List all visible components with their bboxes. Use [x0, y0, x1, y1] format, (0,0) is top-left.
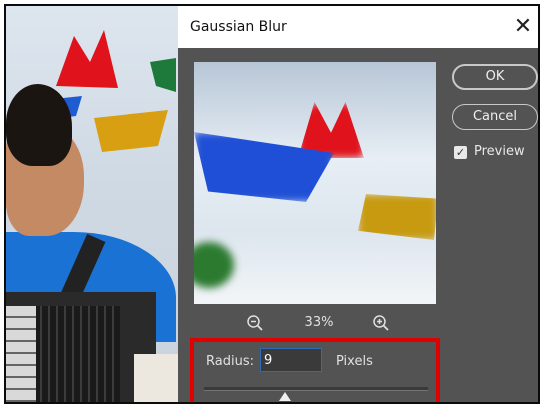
green-flag [150, 58, 176, 92]
preview-yellow-flag [358, 194, 436, 240]
blur-preview-canvas[interactable] [194, 62, 436, 304]
radius-units: Pixels [336, 354, 373, 369]
zoom-controls: 33% [194, 312, 436, 334]
radius-input[interactable] [260, 348, 322, 372]
gaussian-blur-dialog: Gaussian Blur ✕ 33% Radius: 9 Pixels OK … [178, 6, 538, 402]
accordion-buttons [134, 354, 178, 402]
dialog-titlebar[interactable]: Gaussian Blur ✕ [178, 6, 538, 48]
preview-checkbox[interactable]: ✓ [454, 146, 467, 159]
ok-button[interactable]: OK [452, 64, 538, 90]
screenshot-frame: Gaussian Blur ✕ 33% Radius: 9 Pixels OK … [4, 4, 540, 404]
zoom-out-icon[interactable] [244, 312, 266, 334]
background-photo [6, 6, 178, 402]
close-icon[interactable]: ✕ [508, 12, 538, 42]
preview-green-flag [194, 242, 234, 288]
radius-slider-thumb[interactable] [278, 392, 291, 401]
radius-slider-track[interactable] [204, 387, 428, 391]
zoom-level: 33% [304, 315, 334, 330]
cancel-button[interactable]: Cancel [452, 104, 538, 130]
radius-label: Radius: [206, 354, 254, 369]
person-hair [6, 84, 72, 166]
accordion-bellows [34, 306, 120, 402]
dialog-title: Gaussian Blur [190, 19, 287, 35]
yellow-flag [94, 110, 168, 152]
preview-label: Preview [474, 144, 525, 159]
zoom-in-icon[interactable] [370, 312, 392, 334]
accordion-keys [6, 306, 36, 402]
radius-highlight-box: Radius: Pixels [190, 338, 440, 402]
red-flag [56, 30, 118, 88]
